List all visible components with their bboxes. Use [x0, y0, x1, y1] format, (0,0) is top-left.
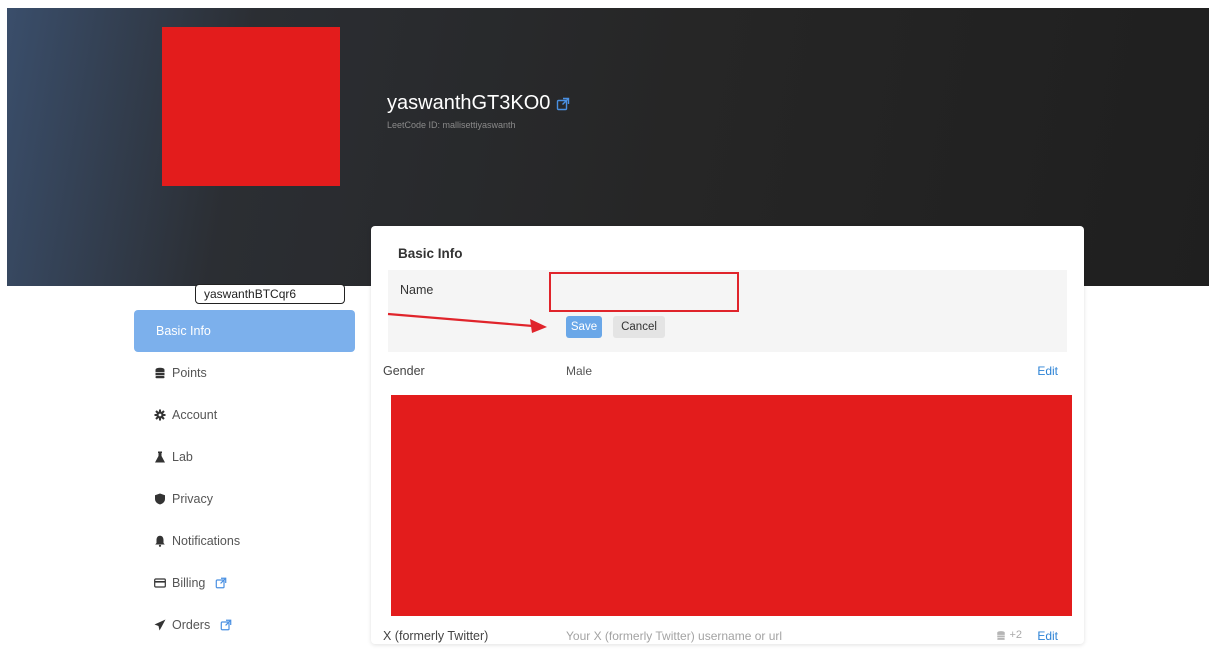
shield-icon	[155, 493, 165, 505]
coins-icon	[997, 630, 1006, 640]
sidebar-item-account[interactable]: Account	[134, 394, 355, 436]
sidebar-item-label: Account	[172, 408, 218, 422]
leetcode-id: LeetCode ID: mallisettiyaswanth	[387, 120, 516, 130]
bell-icon	[155, 535, 165, 547]
redacted-fields	[391, 395, 1072, 616]
save-button[interactable]: Save	[566, 316, 602, 338]
avatar-redacted	[162, 27, 340, 186]
sidebar-item-label: Basic Info	[156, 324, 211, 338]
sidebar-item-privacy[interactable]: Privacy	[134, 478, 355, 520]
sidebar-item-billing[interactable]: Billing	[134, 562, 355, 604]
external-link-icon	[216, 577, 227, 589]
flask-icon	[155, 451, 165, 463]
annotation-highlight-box	[549, 272, 739, 312]
twitter-label: X (formerly Twitter)	[383, 629, 489, 643]
twitter-edit-link[interactable]: Edit	[1037, 629, 1058, 643]
sidebar-item-label: Billing	[172, 576, 206, 590]
sidebar-item-label: Points	[172, 366, 207, 380]
gender-row: Gender Male Edit	[383, 351, 1064, 391]
external-link-icon	[220, 619, 232, 631]
sidebar-item-points[interactable]: Points	[134, 352, 355, 394]
gender-edit-link[interactable]: Edit	[1037, 364, 1058, 378]
external-link-icon[interactable]	[556, 97, 570, 111]
sidebar-item-label: Orders	[172, 618, 211, 632]
gender-label: Gender	[383, 364, 425, 378]
cancel-button[interactable]: Cancel	[613, 316, 665, 338]
twitter-row: X (formerly Twitter) Your X (formerly Tw…	[383, 616, 1064, 656]
sidebar-item-basic-info[interactable]: Basic Info	[134, 310, 355, 352]
sidebar-item-orders[interactable]: Orders	[134, 604, 355, 646]
twitter-extra: +2	[996, 629, 1022, 641]
sidebar-item-lab[interactable]: Lab	[134, 436, 355, 478]
name-input[interactable]	[195, 284, 345, 304]
coins-icon	[155, 367, 165, 379]
username-text: yaswanthGT3KO0	[387, 92, 551, 114]
sidebar-item-label: Notifications	[172, 534, 241, 548]
name-label: Name	[400, 283, 434, 297]
gender-value: Male	[566, 364, 593, 378]
sidebar-item-label: Lab	[172, 450, 193, 464]
sidebar-item-notifications[interactable]: Notifications	[134, 520, 355, 562]
gear-icon	[154, 409, 166, 421]
twitter-extra-points: +2	[1009, 629, 1022, 641]
settings-sidebar: Basic Info Points Account Lab Privacy No…	[134, 310, 355, 646]
sidebar-item-label: Privacy	[172, 492, 213, 506]
credit-card-icon	[154, 578, 166, 588]
twitter-placeholder: Your X (formerly Twitter) username or ur…	[566, 629, 783, 643]
profile-username: yaswanthGT3KO0	[387, 92, 570, 115]
annotation-arrow	[387, 312, 547, 333]
card-title: Basic Info	[398, 246, 463, 261]
paper-plane-icon	[154, 619, 166, 631]
